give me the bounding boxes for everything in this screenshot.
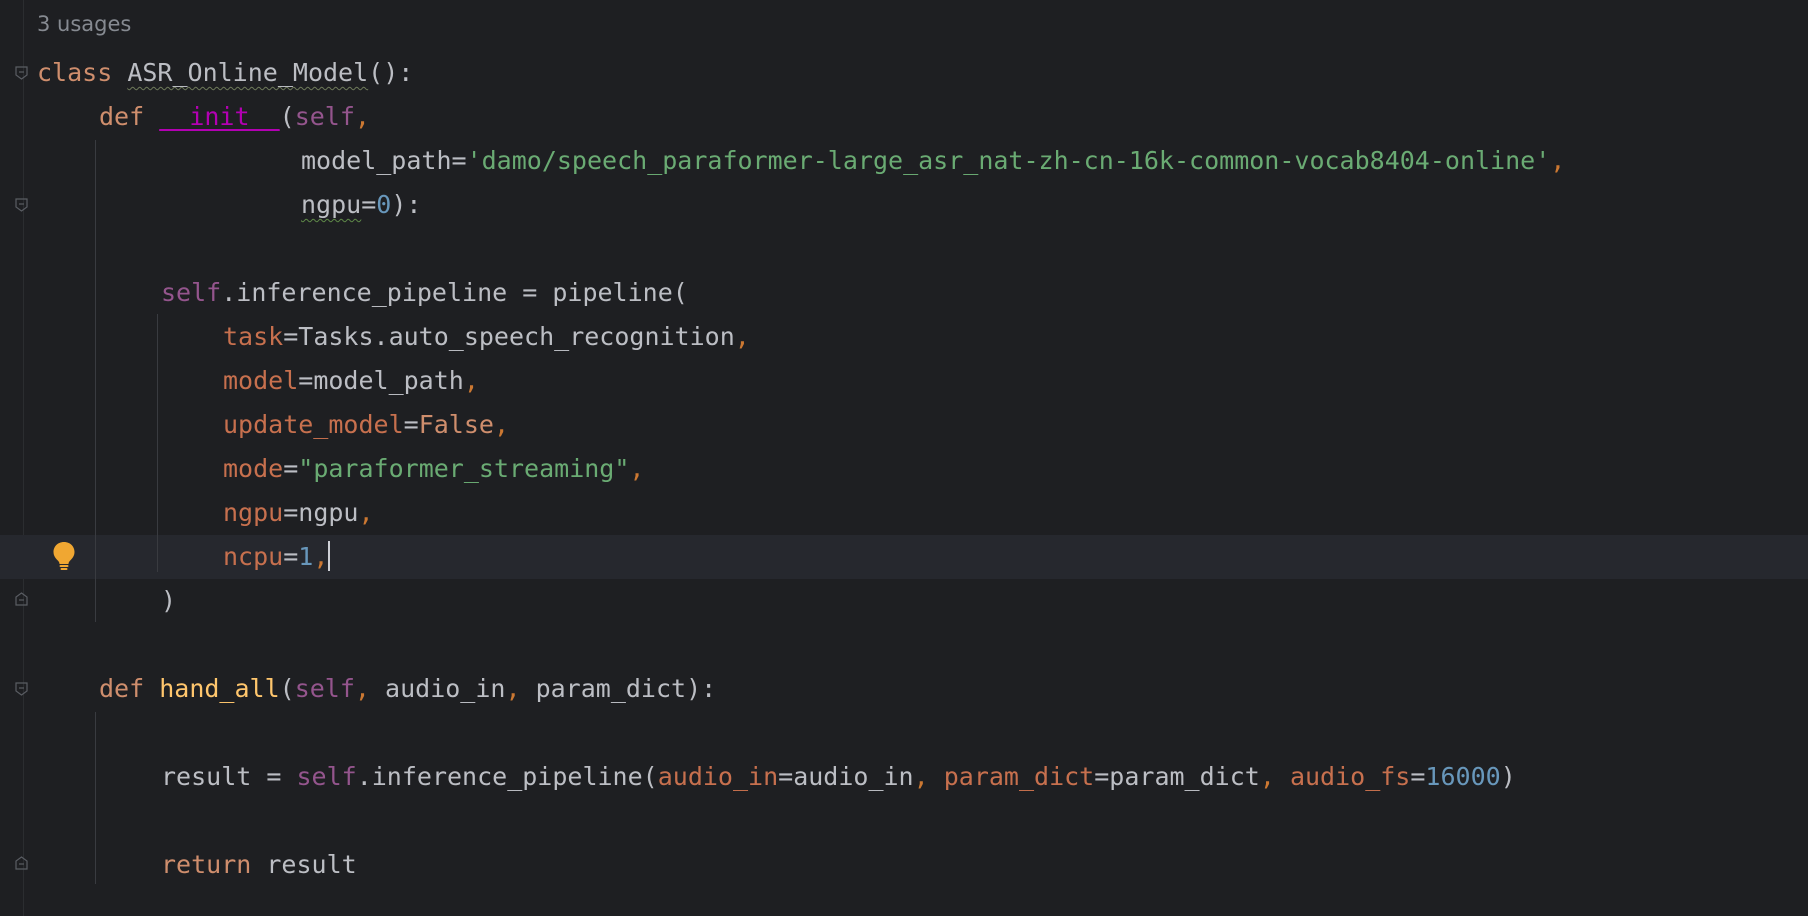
punctuation: , [1550, 146, 1566, 175]
punctuation: , [1259, 762, 1275, 791]
code-line: class ASR_Online_Model(): [37, 51, 413, 95]
code-line: task=Tasks.auto_speech_recognition, [223, 315, 750, 359]
function-name: hand_all [159, 674, 280, 703]
self-keyword: self [294, 102, 355, 131]
lightbulb-icon[interactable] [52, 541, 76, 571]
parameter: param_dict): [520, 674, 717, 703]
code-line: ) [161, 579, 176, 623]
code-text: result = [161, 762, 297, 791]
indent-guide [157, 314, 158, 572]
code-line: mode="paraformer_streaming", [223, 447, 644, 491]
text-caret [328, 541, 331, 571]
string-literal: "paraformer_streaming" [298, 454, 630, 483]
keyword: False [418, 410, 494, 439]
code-line: def hand_all(self, audio_in, param_dict)… [99, 667, 716, 711]
code-line: model_path='damo/speech_paraformer-large… [301, 139, 1565, 183]
punctuation: , [629, 454, 645, 483]
indent-guide [95, 712, 96, 884]
fold-marker-icon[interactable] [15, 856, 28, 870]
punctuation: ) [1500, 762, 1516, 791]
punctuation: ): [391, 190, 422, 219]
self-keyword: self [296, 762, 357, 791]
named-argument: ngpu [223, 498, 284, 527]
parameter: ngpu [301, 190, 362, 219]
code-line: ngpu=0): [301, 183, 421, 227]
code-text: =ngpu [283, 498, 359, 527]
keyword: return [161, 850, 252, 879]
keyword: def [99, 102, 145, 131]
code-text: .inference_pipeline( [356, 762, 658, 791]
punctuation: ) [161, 586, 177, 615]
named-argument: model [223, 366, 299, 395]
number-literal: 16000 [1425, 762, 1501, 791]
operator: = [283, 454, 299, 483]
code-text: =Tasks.auto_speech_recognition [283, 322, 735, 351]
keyword: def [99, 674, 145, 703]
parameter: model_path [301, 146, 452, 175]
named-argument: audio_fs [1274, 762, 1411, 791]
punctuation: ( [279, 102, 295, 131]
code-line: def __init__(self, [99, 95, 370, 139]
code-line: ngpu=ngpu, [223, 491, 374, 535]
usages-hint[interactable]: 3 usages [37, 12, 131, 36]
punctuation: , [354, 102, 370, 131]
parameter: audio_in [369, 674, 506, 703]
code-text: =model_path [298, 366, 464, 395]
punctuation: ( [279, 674, 295, 703]
code-line[interactable]: ncpu=1, [223, 535, 331, 579]
code-text: =audio_in [778, 762, 914, 791]
punctuation: , [913, 762, 929, 791]
code-line: self.inference_pipeline = pipeline( [161, 271, 688, 315]
punctuation: , [354, 674, 370, 703]
named-argument: param_dict [928, 762, 1095, 791]
punctuation: , [505, 674, 521, 703]
fold-marker-icon[interactable] [15, 592, 28, 606]
fold-marker-icon[interactable] [15, 682, 28, 696]
operator: = [403, 410, 419, 439]
operator: = [451, 146, 467, 175]
punctuation: , [463, 366, 479, 395]
number-literal: 1 [298, 542, 314, 571]
code-text: .inference_pipeline = pipeline( [221, 278, 688, 307]
code-line: result = self.inference_pipeline(audio_i… [161, 755, 1516, 799]
named-argument: audio_in [657, 762, 779, 791]
code-text: =param_dict [1094, 762, 1260, 791]
code-editor[interactable]: 3 usages class ASR_Online_Model(): def _… [0, 0, 1808, 916]
number-literal: 0 [376, 190, 392, 219]
named-argument: update_model [223, 410, 404, 439]
class-name: ASR_Online_Model [127, 58, 369, 87]
function-name: __init__ [159, 102, 280, 131]
code-line: model=model_path, [223, 359, 479, 403]
punctuation: (): [368, 58, 414, 87]
indent-guide [95, 140, 96, 278]
code-text: result [251, 850, 357, 879]
operator: = [1410, 762, 1426, 791]
punctuation: , [358, 498, 374, 527]
string-literal: 'damo/speech_paraformer-large_asr_nat-zh… [466, 146, 1551, 175]
named-argument: mode [223, 454, 284, 483]
self-keyword: self [161, 278, 222, 307]
punctuation: , [313, 542, 329, 571]
code-line: update_model=False, [223, 403, 509, 447]
operator: = [361, 190, 377, 219]
operator: = [283, 542, 299, 571]
self-keyword: self [294, 674, 355, 703]
code-line: return result [161, 843, 357, 887]
punctuation: , [734, 322, 750, 351]
indent-guide [95, 272, 96, 622]
named-argument: ncpu [223, 542, 284, 571]
named-argument: task [223, 322, 284, 351]
fold-marker-icon[interactable] [15, 198, 28, 212]
punctuation: , [493, 410, 510, 439]
fold-marker-icon[interactable] [15, 66, 28, 80]
gutter-separator [23, 0, 24, 916]
keyword: class [37, 58, 113, 87]
